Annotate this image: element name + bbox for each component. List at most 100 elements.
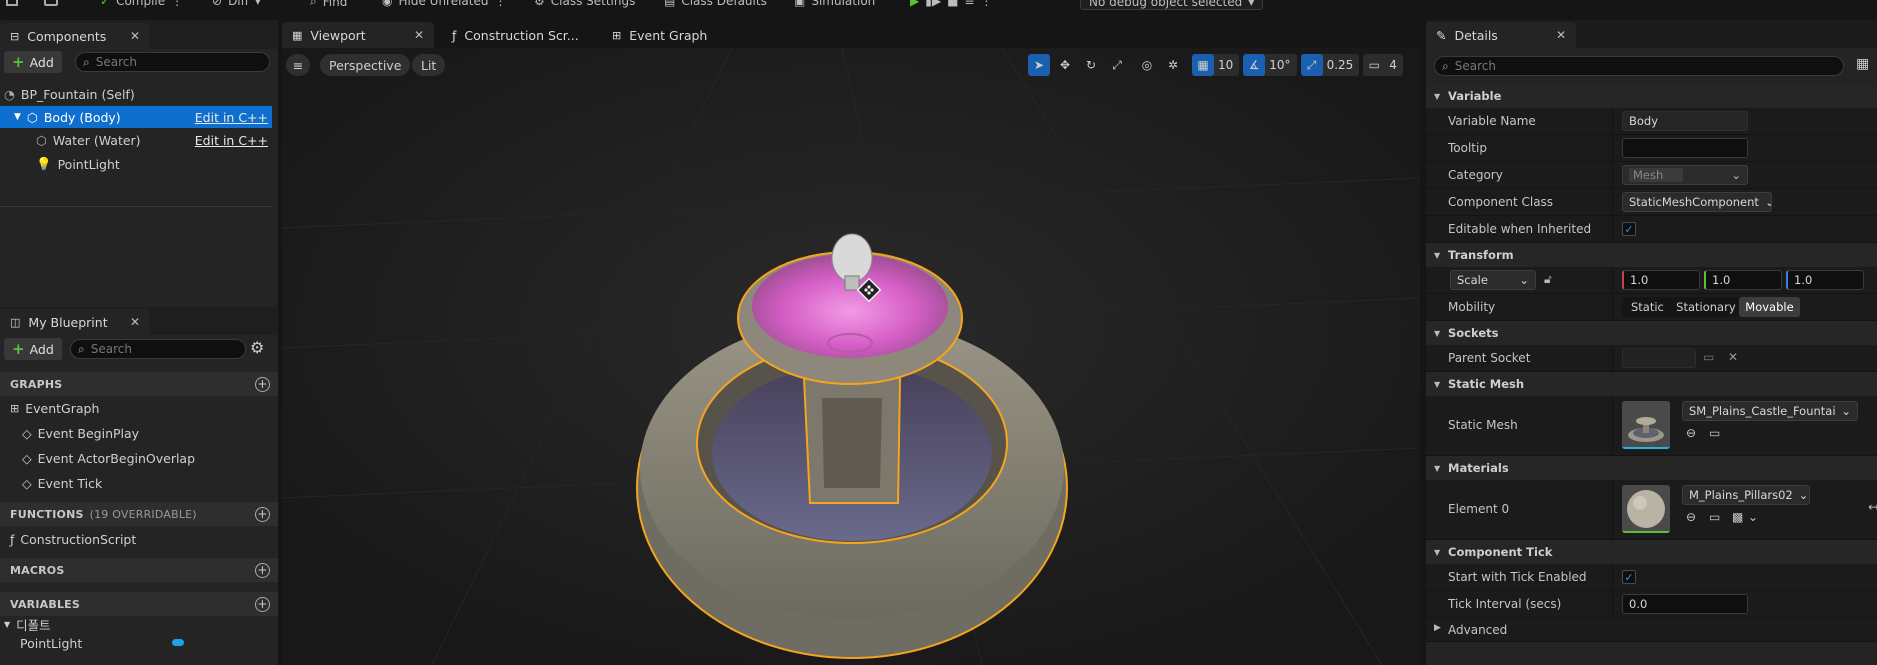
mobility-static[interactable]: Static bbox=[1622, 297, 1673, 317]
variable-category[interactable]: ▼ 디폴트 bbox=[4, 615, 51, 633]
menu-icon[interactable]: ≡ bbox=[964, 0, 974, 8]
details-search[interactable]: ⌕ bbox=[1434, 56, 1844, 76]
move-tool-icon[interactable]: ✥ bbox=[1054, 54, 1076, 76]
perspective-button[interactable]: Perspective bbox=[320, 54, 411, 76]
browse-icon[interactable]: ▭ bbox=[1709, 426, 1720, 440]
scale-mode-select[interactable]: Scale ⌄ bbox=[1450, 270, 1536, 290]
chevron-down-icon[interactable]: ⌄ bbox=[1748, 510, 1758, 524]
static-mesh-select[interactable]: SM_Plains_Castle_Fountain_ ⌄ bbox=[1682, 401, 1858, 421]
add-macro-icon[interactable]: + bbox=[255, 562, 270, 578]
event-beginplay[interactable]: ◇ Event BeginPlay bbox=[22, 422, 139, 444]
checker-icon[interactable]: ▩ bbox=[1732, 510, 1743, 524]
close-icon[interactable]: ✕ bbox=[130, 29, 140, 43]
save-icon[interactable] bbox=[6, 0, 18, 6]
tab-viewport[interactable]: ▦ Viewport ✕ bbox=[282, 22, 434, 48]
graph-event-graph[interactable]: ⊞ EventGraph bbox=[10, 397, 99, 419]
class-settings-button[interactable]: ⚙ Class Settings bbox=[534, 0, 635, 8]
scale-tool-icon[interactable]: ⤢ bbox=[1106, 54, 1128, 76]
edit-in-cpp-link[interactable]: Edit in C++ bbox=[195, 110, 268, 125]
functions-section[interactable]: FUNCTIONS (19 OVERRIDABLE) + bbox=[0, 502, 278, 526]
rotation-snap-toggle[interactable]: ∡ 10° bbox=[1243, 54, 1297, 76]
event-actorbeginoverlap[interactable]: ◇ Event ActorBeginOverlap bbox=[22, 447, 195, 469]
property-matrix-icon[interactable]: ▦ bbox=[1856, 56, 1869, 72]
macros-section[interactable]: MACROS + bbox=[0, 558, 278, 582]
component-self[interactable]: ◔ BP_Fountain (Self) bbox=[0, 83, 272, 105]
surface-snap-icon[interactable]: ✲ bbox=[1162, 54, 1184, 76]
tick-interval-field[interactable]: 0.0 bbox=[1622, 594, 1748, 614]
edit-in-cpp-link[interactable]: Edit in C++ bbox=[195, 133, 268, 148]
class-defaults-button[interactable]: ▤ Class Defaults bbox=[664, 0, 767, 8]
grid-snap-toggle[interactable]: ▦ 10 bbox=[1192, 54, 1240, 76]
static-mesh-section[interactable]: ▼ Static Mesh bbox=[1426, 372, 1877, 396]
viewport-menu-icon[interactable]: ≡ bbox=[286, 54, 310, 76]
expand-arrow-icon[interactable]: ▼ bbox=[14, 112, 21, 122]
variable-section[interactable]: ▼ Variable bbox=[1426, 84, 1877, 108]
scale-x-field[interactable]: 1.0 bbox=[1622, 270, 1700, 290]
select-tool-icon[interactable]: ➤ bbox=[1028, 54, 1050, 76]
find-button[interactable]: ⌕ Find bbox=[310, 0, 347, 9]
add-component-button[interactable]: + Add bbox=[4, 51, 62, 73]
material-select[interactable]: M_Plains_Pillars02 ⌄ bbox=[1682, 485, 1810, 505]
component-tick-section[interactable]: ▼ Component Tick bbox=[1426, 540, 1877, 564]
tab-event-graph[interactable]: ⊞ Event Graph bbox=[602, 22, 732, 48]
blueprint-search[interactable]: ⌕ bbox=[70, 339, 246, 359]
browse-socket-icon[interactable]: ▭ bbox=[1703, 350, 1714, 364]
add-member-button[interactable]: + Add bbox=[4, 338, 62, 360]
sockets-section[interactable]: ▼ Sockets bbox=[1426, 321, 1877, 345]
mobility-movable[interactable]: Movable bbox=[1738, 297, 1800, 317]
lit-button[interactable]: Lit bbox=[412, 54, 446, 76]
more-options-icon[interactable]: ⋮ bbox=[171, 0, 183, 8]
step-icon[interactable]: ▮▶ bbox=[925, 0, 941, 8]
diff-button[interactable]: ⊘ Diff ▾ bbox=[212, 0, 261, 8]
component-pointlight[interactable]: 💡 PointLight bbox=[0, 153, 272, 175]
component-water[interactable]: ⬡ Water (Water) Edit in C++ bbox=[0, 129, 272, 151]
browse-icon[interactable] bbox=[44, 0, 58, 6]
settings-gear-icon[interactable]: ⚙ bbox=[250, 338, 264, 357]
world-space-icon[interactable]: ◎ bbox=[1136, 54, 1158, 76]
tab-my-blueprint[interactable]: ◫ My Blueprint ✕ bbox=[0, 309, 150, 335]
parent-socket-field[interactable] bbox=[1622, 348, 1696, 368]
simulation-button[interactable]: ▣ Simulation bbox=[794, 0, 875, 8]
variable-name-field[interactable]: Body bbox=[1622, 111, 1748, 131]
component-body[interactable]: ▼ ⬡ Body (Body) Edit in C++ bbox=[0, 106, 272, 128]
add-function-icon[interactable]: + bbox=[255, 506, 270, 522]
stop-icon[interactable]: ■ bbox=[947, 0, 958, 8]
lock-icon[interactable]: 🔓︎ bbox=[1544, 272, 1552, 287]
details-search-input[interactable] bbox=[1454, 59, 1836, 73]
use-selected-icon[interactable]: ⊖ bbox=[1686, 426, 1696, 440]
reset-arrow-icon[interactable]: ↤ bbox=[1868, 500, 1877, 514]
scale-snap-toggle[interactable]: ⤢ 0.25 bbox=[1300, 54, 1360, 76]
add-variable-icon[interactable]: + bbox=[255, 596, 270, 612]
category-select[interactable]: Mesh ⌄ bbox=[1622, 165, 1748, 185]
component-class-select[interactable]: StaticMeshComponent ⌄ bbox=[1622, 192, 1772, 212]
transform-section[interactable]: ▼ Transform bbox=[1426, 243, 1877, 267]
hide-unrelated-button[interactable]: ◉ Hide Unrelated ⋮ bbox=[382, 0, 507, 8]
close-icon[interactable]: ✕ bbox=[130, 315, 140, 329]
viewport[interactable]: ≡ Perspective Lit ➤ ✥ ↻ ⤢ ◎ ✲ ▦ 10 ∡ 10°… bbox=[282, 48, 1420, 665]
tooltip-field[interactable] bbox=[1622, 138, 1748, 158]
camera-speed-button[interactable]: ▭ 4 bbox=[1363, 54, 1403, 76]
debug-object-select[interactable]: No debug object selected ▾ bbox=[1080, 0, 1264, 10]
play-icon[interactable]: ▶ bbox=[910, 0, 919, 8]
rotate-tool-icon[interactable]: ↻ bbox=[1080, 54, 1102, 76]
blueprint-search-input[interactable] bbox=[90, 342, 238, 356]
add-graph-icon[interactable]: + bbox=[255, 376, 270, 392]
tab-details[interactable]: ✎ Details ✕ bbox=[1426, 22, 1576, 48]
tick-enabled-checkbox[interactable]: ✓ bbox=[1622, 570, 1636, 584]
components-search-input[interactable] bbox=[95, 55, 262, 69]
use-selected-icon[interactable]: ⊖ bbox=[1686, 510, 1696, 524]
advanced-row[interactable]: ▶ Advanced bbox=[1426, 618, 1877, 642]
scale-y-field[interactable]: 1.0 bbox=[1704, 270, 1782, 290]
scale-z-field[interactable]: 1.0 bbox=[1786, 270, 1864, 290]
variable-pointlight[interactable]: PointLight bbox=[20, 634, 190, 652]
materials-section[interactable]: ▼ Materials bbox=[1426, 456, 1877, 480]
variables-section[interactable]: VARIABLES + bbox=[0, 592, 278, 616]
function-constructionscript[interactable]: ƒ ConstructionScript bbox=[10, 528, 136, 550]
close-icon[interactable]: ✕ bbox=[414, 28, 424, 42]
editable-inherited-checkbox[interactable]: ✓ bbox=[1622, 222, 1636, 236]
static-mesh-thumbnail[interactable] bbox=[1622, 401, 1670, 449]
components-search[interactable]: ⌕ bbox=[75, 52, 270, 72]
clear-icon[interactable]: ✕ bbox=[1728, 350, 1738, 364]
tab-construction-script[interactable]: ƒ Construction Scr... bbox=[442, 22, 592, 48]
browse-icon[interactable]: ▭ bbox=[1709, 510, 1720, 524]
